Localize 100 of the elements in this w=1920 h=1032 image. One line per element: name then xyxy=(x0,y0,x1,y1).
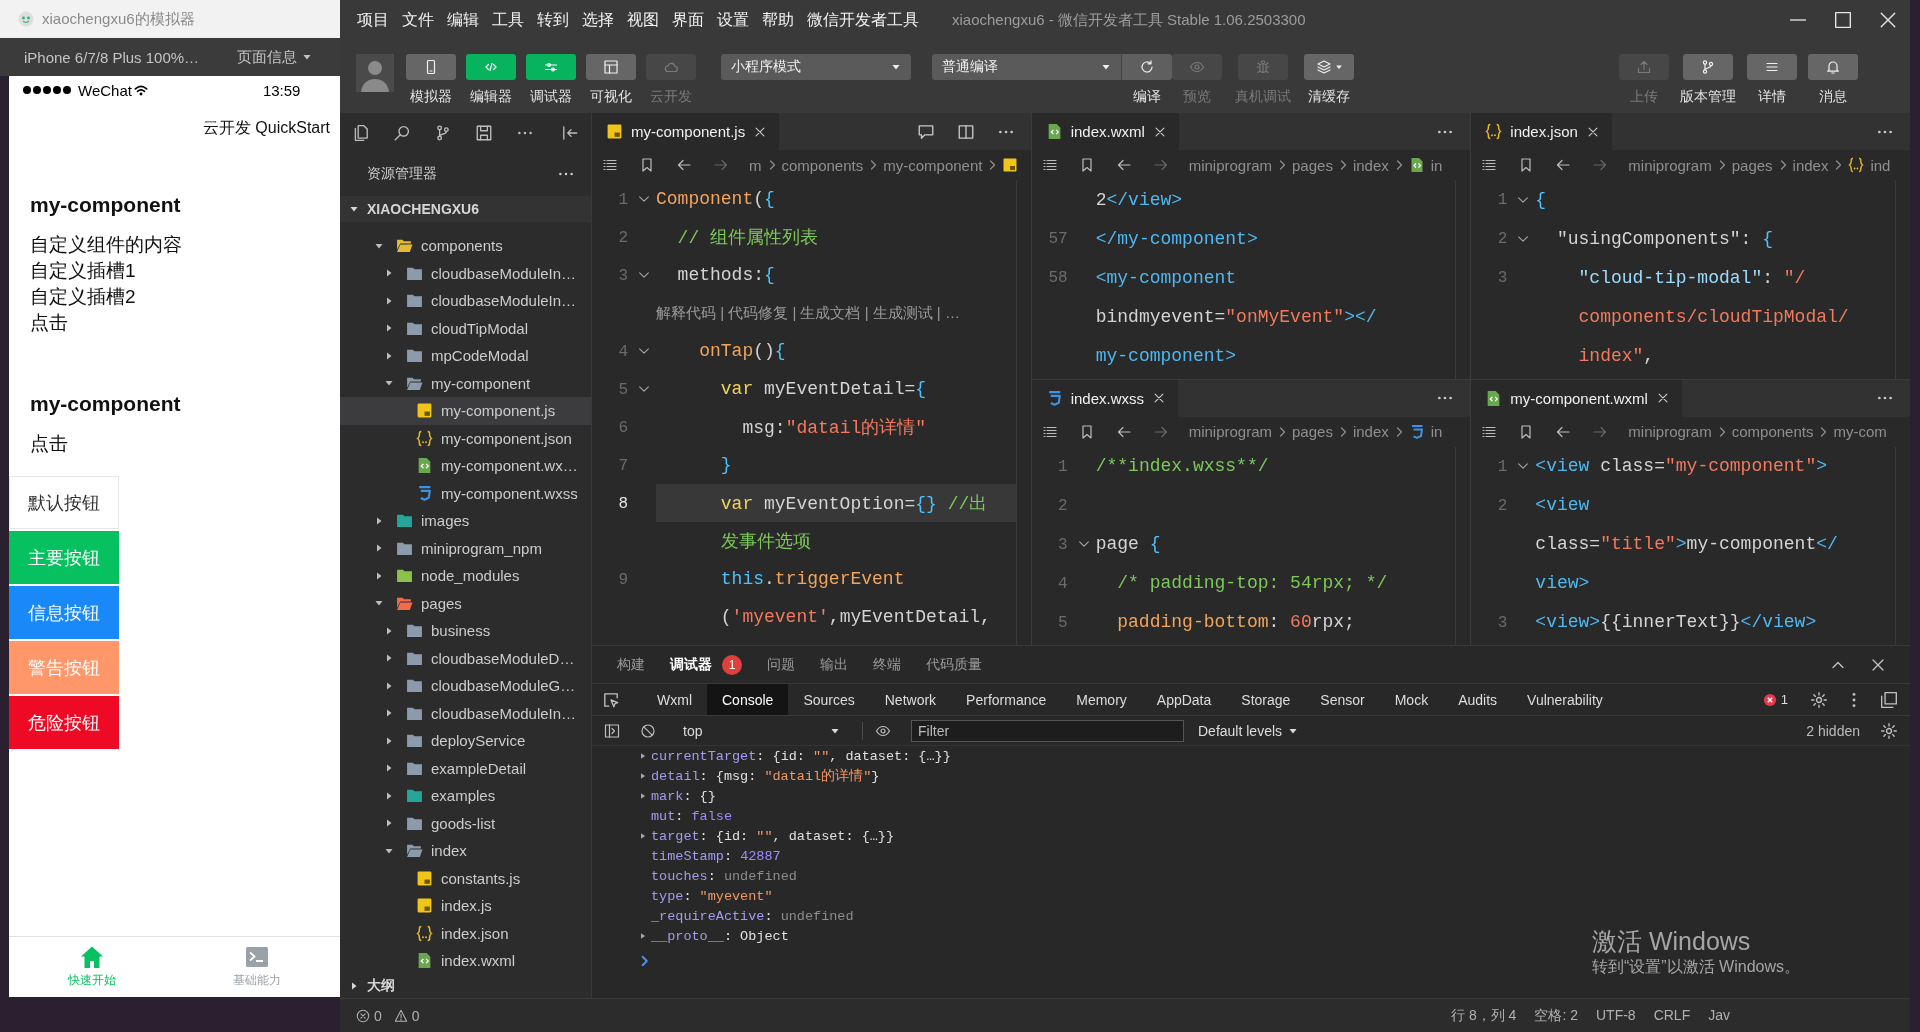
avatar-silhouette[interactable] xyxy=(356,54,394,92)
breadcrumb-item[interactable]: in xyxy=(1430,156,1443,174)
menu-item[interactable]: 帮助 xyxy=(762,9,794,31)
tree-item[interactable]: cloudbaseModuleIn… xyxy=(340,259,591,287)
caret-right-icon[interactable] xyxy=(639,752,647,760)
breadcrumb-item[interactable]: pages xyxy=(1292,423,1333,440)
editor-tab[interactable]: index.wxss xyxy=(1031,379,1179,417)
panel-tab[interactable]: 构建 xyxy=(617,655,645,674)
devtools-tab[interactable]: AppData xyxy=(1141,684,1227,715)
caret-right-icon[interactable] xyxy=(639,932,647,940)
breadcrumb-item[interactable]: index xyxy=(1792,156,1829,174)
status-item[interactable]: 空格: 2 xyxy=(1534,1006,1578,1025)
status-item[interactable]: Jav xyxy=(1708,1006,1730,1025)
tree-item[interactable]: constants.js xyxy=(340,864,591,892)
tree-item[interactable]: index xyxy=(340,837,591,865)
sidebar-icon[interactable] xyxy=(604,722,620,739)
menu-item[interactable]: 选择 xyxy=(582,9,614,31)
phone-button[interactable]: 危险按钮 xyxy=(9,696,119,749)
collapse-panel-icon[interactable] xyxy=(561,123,579,142)
settings-icon[interactable] xyxy=(1810,690,1828,709)
devtools-tab[interactable]: Sensor xyxy=(1305,684,1380,715)
phone-button[interactable]: 默认按钮 xyxy=(9,476,119,529)
device-selector[interactable]: iPhone 6/7/8 Plus 100%… xyxy=(24,48,200,66)
code-lens[interactable]: 解释代码 | 代码修复 | 生成文档 | 生成测试 | … xyxy=(656,303,960,323)
arrow-left-icon[interactable] xyxy=(1115,157,1132,173)
toolbar-button[interactable] xyxy=(1747,54,1797,80)
caret-right-icon[interactable] xyxy=(639,792,647,800)
page-info-dropdown[interactable]: 页面信息 xyxy=(237,47,312,67)
menu-item[interactable]: 编辑 xyxy=(447,9,479,31)
devtools-tab[interactable]: Sources xyxy=(788,684,870,715)
status-item[interactable]: UTF-8 xyxy=(1595,1006,1636,1025)
devtools-tab[interactable]: Performance xyxy=(951,684,1062,715)
files-icon[interactable] xyxy=(352,123,370,142)
toolbar-button[interactable] xyxy=(406,54,456,80)
tree-item[interactable]: examples xyxy=(340,782,591,810)
breadcrumb-item[interactable]: pages xyxy=(1292,156,1333,174)
breadcrumb-item[interactable]: index xyxy=(1352,156,1389,174)
status-item[interactable]: CRLF xyxy=(1653,1006,1691,1025)
devtools-tab[interactable]: Network xyxy=(869,684,952,715)
breadcrumb-item[interactable]: in xyxy=(1430,423,1443,440)
tree-item[interactable]: index.js xyxy=(340,892,591,920)
tree-item[interactable]: miniprogram_npm xyxy=(340,534,591,562)
comment-icon[interactable] xyxy=(916,122,935,141)
settings-icon[interactable] xyxy=(1880,721,1898,740)
panel-tab[interactable]: 问题 xyxy=(767,655,795,674)
breadcrumb-item[interactable]: my-component xyxy=(883,156,983,174)
toolbar-button[interactable] xyxy=(1122,54,1172,80)
toolbar-button[interactable] xyxy=(586,54,636,80)
toolbar-button[interactable] xyxy=(1683,54,1733,80)
editor-tab[interactable]: my-component.js xyxy=(592,113,780,150)
log-levels-dropdown[interactable]: Default levels xyxy=(1198,722,1299,739)
search-icon[interactable] xyxy=(393,123,411,142)
tree-item[interactable]: deployService xyxy=(340,727,591,755)
tree-item[interactable]: business xyxy=(340,617,591,645)
panel-tab[interactable]: 输出 xyxy=(820,655,848,674)
breadcrumb-item[interactable]: my-com xyxy=(1833,423,1887,440)
breadcrumb-item[interactable]: index xyxy=(1352,423,1389,440)
compile-select[interactable]: 普通编译 xyxy=(932,54,1122,80)
breadcrumb-item[interactable]: m xyxy=(749,156,762,174)
save-icon[interactable] xyxy=(475,123,493,142)
list-icon[interactable] xyxy=(602,157,618,173)
caret-right-icon[interactable] xyxy=(639,772,647,780)
caret-right-icon[interactable] xyxy=(639,832,647,840)
tree-item[interactable]: goods-list xyxy=(340,809,591,837)
error-counter[interactable]: 1 xyxy=(1762,692,1788,707)
tree-item[interactable]: node_modules xyxy=(340,562,591,590)
explorer-section-header[interactable]: XIAOCHENGXU6 xyxy=(340,196,591,222)
breadcrumb-item[interactable]: components xyxy=(781,156,864,174)
devtools-tab[interactable]: Wxml xyxy=(642,684,707,715)
arrow-left-icon[interactable] xyxy=(1555,157,1572,173)
status-item[interactable]: 行 8，列 4 xyxy=(1451,1006,1517,1025)
breadcrumb-item[interactable]: pages xyxy=(1731,156,1773,174)
menu-item[interactable]: 转到 xyxy=(537,9,569,31)
breadcrumb-item[interactable]: miniprogram xyxy=(1188,423,1273,440)
phone-button[interactable]: 信息按钮 xyxy=(9,586,119,639)
bookmark-icon[interactable] xyxy=(639,157,655,173)
tree-item[interactable]: index.wxml xyxy=(340,947,591,974)
context-select[interactable]: top xyxy=(672,722,850,739)
toolbar-button[interactable] xyxy=(1304,54,1354,80)
mode-select[interactable]: 小程序模式 xyxy=(721,54,911,80)
split-editor-icon[interactable] xyxy=(956,122,975,141)
menu-item[interactable]: 界面 xyxy=(672,9,704,31)
tree-item[interactable]: my-component.wxss xyxy=(340,479,591,507)
editor-tab[interactable]: index.wxml xyxy=(1031,113,1179,150)
toolbar-button[interactable] xyxy=(1808,54,1858,80)
tree-item[interactable]: images xyxy=(340,507,591,535)
menu-item[interactable]: 项目 xyxy=(357,9,389,31)
panel-tab[interactable]: 终端 xyxy=(873,655,901,674)
panel-tab[interactable]: 代码质量 xyxy=(926,655,982,674)
breadcrumb-item[interactable]: components xyxy=(1731,423,1814,440)
editor-tab[interactable]: my-component.wxml xyxy=(1471,379,1682,417)
tree-item[interactable]: exampleDetail xyxy=(340,754,591,782)
breadcrumb-item[interactable]: miniprogram xyxy=(1628,156,1712,174)
tree-item[interactable]: cloudTipModal xyxy=(340,314,591,342)
tree-item[interactable]: cloudbaseModuleD… xyxy=(340,644,591,672)
tree-item[interactable]: my-component.json xyxy=(340,424,591,452)
menu-item[interactable]: 设置 xyxy=(717,9,749,31)
menu-item[interactable]: 微信开发者工具 xyxy=(807,9,919,31)
breadcrumb-item[interactable]: miniprogram xyxy=(1188,156,1273,174)
breadcrumb-item[interactable]: ind xyxy=(1870,156,1891,174)
